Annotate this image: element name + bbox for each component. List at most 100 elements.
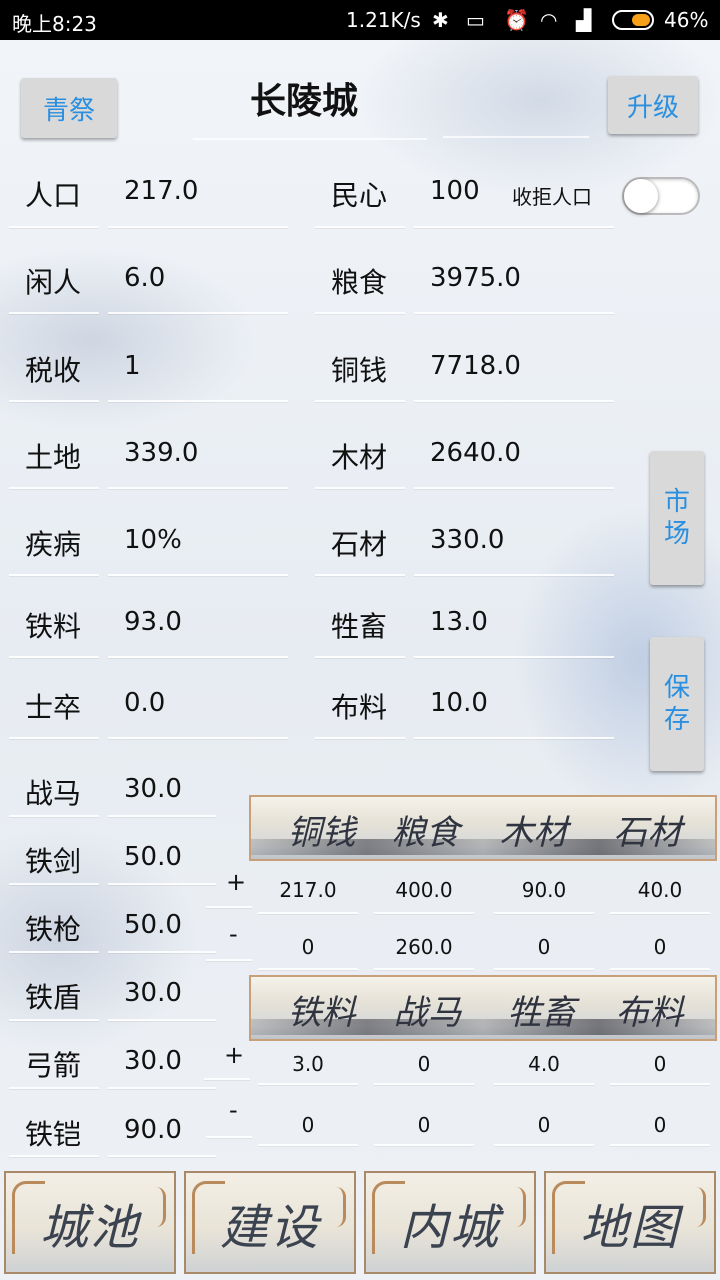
underline xyxy=(9,226,99,228)
nav-build-button[interactable]: 建设 xyxy=(184,1171,356,1274)
scroll-ornament xyxy=(689,1187,706,1227)
nav-map-button[interactable]: 地图 xyxy=(544,1171,716,1274)
trade2-header-livestock: 牲畜 xyxy=(507,993,576,1033)
underline xyxy=(315,312,405,314)
trade2-minus-iron[interactable]: 0 xyxy=(258,1113,358,1137)
underline xyxy=(374,1083,474,1085)
trade1-minus-grain[interactable]: 260.0 xyxy=(374,935,474,959)
signal-icon: ▟ xyxy=(576,8,592,32)
trade1-minus-wood[interactable]: 0 xyxy=(494,935,594,959)
underline xyxy=(108,737,288,739)
stat-value-livestock: 13.0 xyxy=(430,607,488,637)
stat-label-grain: 粮食 xyxy=(331,266,388,299)
mil-value-horse: 30.0 xyxy=(124,774,182,804)
underline xyxy=(108,951,216,953)
underline xyxy=(108,226,288,228)
scroll-ornament xyxy=(192,1181,225,1254)
trade1-plus-wood[interactable]: 90.0 xyxy=(494,878,594,902)
mil-label-horse: 战马 xyxy=(25,777,82,810)
bluetooth-icon: ✱ xyxy=(432,8,449,32)
trade1-header-grain: 粮食 xyxy=(391,813,460,853)
trade1-minus-button[interactable]: - xyxy=(229,920,238,948)
trade1-header-stone: 石材 xyxy=(613,813,682,853)
underline xyxy=(374,968,474,970)
stat-value-tax: 1 xyxy=(124,351,141,381)
stat-value-soldiers: 0.0 xyxy=(124,688,166,718)
underline xyxy=(610,968,710,970)
save-label-2: 存 xyxy=(663,705,690,735)
underline xyxy=(9,400,99,402)
trade1-minus-stone[interactable]: 0 xyxy=(610,935,710,959)
trade2-plus-iron[interactable]: 3.0 xyxy=(258,1052,358,1076)
trade2-minus-horse[interactable]: 0 xyxy=(374,1113,474,1137)
underline xyxy=(315,226,405,228)
underline xyxy=(315,574,405,576)
stat-value-copper: 7718.0 xyxy=(430,351,521,381)
stat-value-wood: 2640.0 xyxy=(430,438,521,468)
trade1-plus-stone[interactable]: 40.0 xyxy=(610,878,710,902)
mil-label-shield: 铁盾 xyxy=(25,981,82,1014)
trade2-header-cloth: 布料 xyxy=(615,993,684,1033)
title-underline-right xyxy=(443,136,589,138)
worship-button[interactable]: 青祭 xyxy=(21,78,117,138)
stat-value-cloth: 10.0 xyxy=(430,688,488,718)
battery-icon xyxy=(612,10,654,30)
scroll-ornament xyxy=(509,1187,526,1227)
underline xyxy=(108,883,216,885)
nav-city-button[interactable]: 城池 xyxy=(4,1171,176,1274)
nav-city-label: 城池 xyxy=(39,1199,140,1256)
stat-label-disease: 疾病 xyxy=(25,528,82,561)
underline xyxy=(494,912,594,914)
underline xyxy=(315,737,405,739)
underline xyxy=(108,1019,216,1021)
trade2-plus-button[interactable]: + xyxy=(224,1041,244,1069)
stat-value-population: 217.0 xyxy=(124,176,199,206)
mil-value-spear: 50.0 xyxy=(124,910,182,940)
stat-value-morale: 100 xyxy=(430,176,480,206)
trade2-minus-cloth[interactable]: 0 xyxy=(610,1113,710,1137)
nav-build-label: 建设 xyxy=(219,1199,320,1256)
trade2-minus-livestock[interactable]: 0 xyxy=(494,1113,594,1137)
status-time: 晚上8:23 xyxy=(12,12,97,36)
network-speed: 1.21K/s xyxy=(346,8,421,32)
refuse-population-toggle[interactable] xyxy=(622,177,700,215)
trade-header-banner-2: 铁料 战马 牲畜 布料 xyxy=(249,975,717,1041)
trade1-plus-button[interactable]: + xyxy=(226,868,246,896)
underline xyxy=(610,1144,710,1146)
stat-label-land: 土地 xyxy=(25,441,82,474)
underline xyxy=(108,574,288,576)
underline xyxy=(206,906,252,908)
underline xyxy=(9,1019,99,1021)
trade1-minus-copper[interactable]: 0 xyxy=(258,935,358,959)
market-button[interactable]: 市 场 xyxy=(650,451,704,585)
underline xyxy=(9,951,99,953)
market-label-1: 市 xyxy=(663,487,690,517)
trade2-plus-cloth[interactable]: 0 xyxy=(610,1052,710,1076)
underline xyxy=(258,968,358,970)
underline xyxy=(9,656,99,658)
mil-label-sword: 铁剑 xyxy=(25,845,82,878)
upgrade-button[interactable]: 升级 xyxy=(608,76,698,134)
trade2-header-iron: 铁料 xyxy=(287,993,356,1033)
stat-label-wood: 木材 xyxy=(331,441,388,474)
trade2-minus-button[interactable]: - xyxy=(229,1096,238,1124)
nav-inner-city-button[interactable]: 内城 xyxy=(364,1171,536,1274)
trade2-plus-livestock[interactable]: 4.0 xyxy=(494,1052,594,1076)
trade1-plus-copper[interactable]: 217.0 xyxy=(258,878,358,902)
underline xyxy=(108,815,216,817)
underline xyxy=(9,574,99,576)
underline xyxy=(414,737,614,739)
save-button[interactable]: 保 存 xyxy=(650,637,704,771)
underline xyxy=(206,1136,252,1138)
stat-value-land: 339.0 xyxy=(124,438,199,468)
nav-inner-city-label: 内城 xyxy=(399,1199,500,1256)
trade2-header-horse: 战马 xyxy=(393,993,462,1033)
trade2-plus-horse[interactable]: 0 xyxy=(374,1052,474,1076)
underline xyxy=(494,1083,594,1085)
mil-value-armor: 90.0 xyxy=(124,1115,182,1145)
underline xyxy=(494,968,594,970)
trade1-plus-grain[interactable]: 400.0 xyxy=(374,878,474,902)
refuse-population-label: 收拒人口 xyxy=(512,185,592,209)
underline xyxy=(9,815,99,817)
scroll-ornament xyxy=(552,1181,585,1254)
